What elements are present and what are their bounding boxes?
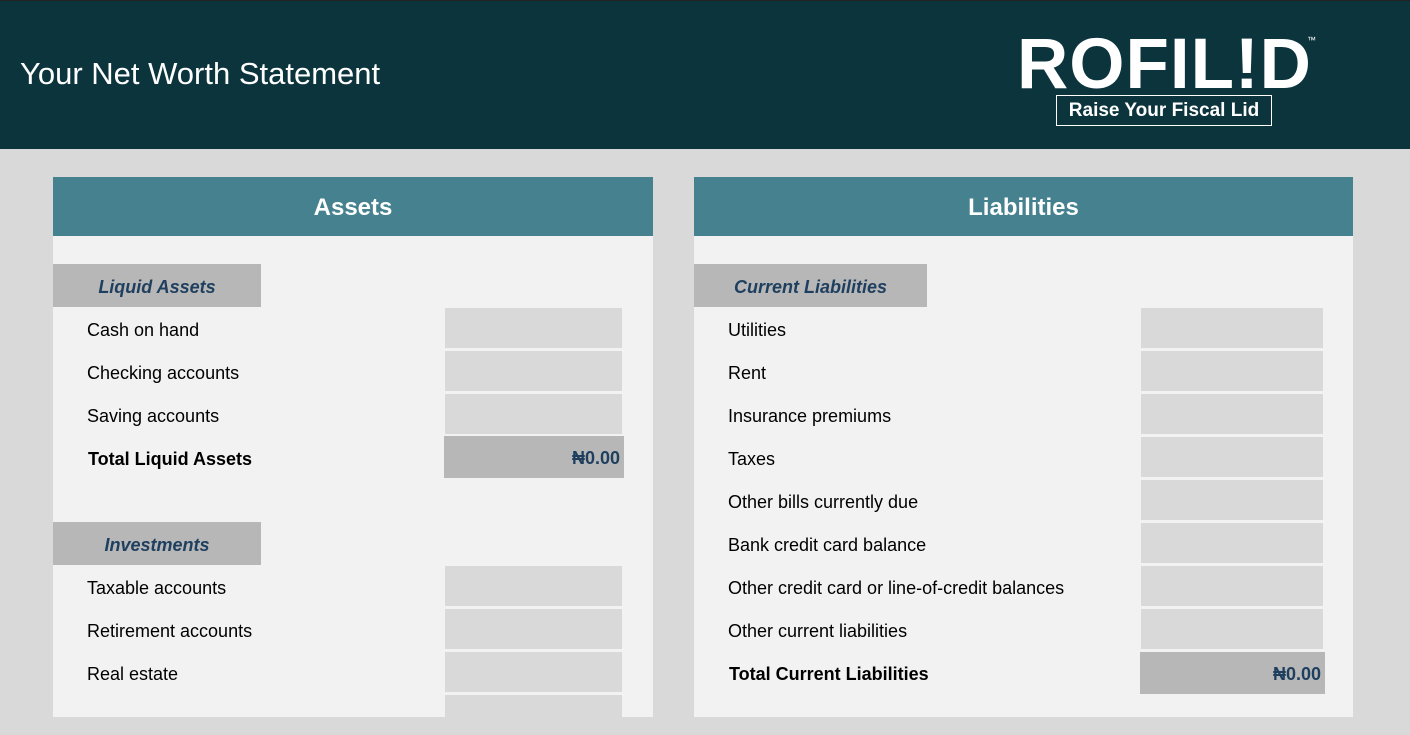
assets-heading: Assets	[53, 177, 653, 236]
input-other-bills[interactable]	[1141, 480, 1323, 520]
row-label-insurance-premiums: Insurance premiums	[728, 406, 892, 426]
input-checking-accounts[interactable]	[445, 351, 622, 391]
input-taxes[interactable]	[1141, 437, 1323, 477]
section-liquid-assets: Liquid Assets	[53, 264, 261, 307]
logo-trademark: ™	[1307, 35, 1316, 45]
row-label-checking-accounts: Checking accounts	[87, 363, 240, 383]
row-label-rent: Rent	[728, 363, 767, 383]
input-retirement-accounts[interactable]	[445, 609, 622, 649]
row-label-cash-on-hand: Cash on hand	[87, 320, 200, 340]
row-label-retirement-accounts: Retirement accounts	[87, 621, 253, 641]
row-label-bank-credit-card: Bank credit card balance	[728, 535, 927, 555]
row-label-other-current-liabilities: Other current liabilities	[728, 621, 908, 641]
input-utilities[interactable]	[1141, 308, 1323, 348]
liabilities-panel: Liabilities Current Liabilities Utilitie…	[694, 177, 1353, 717]
input-real-estate[interactable]	[445, 652, 622, 692]
input-saving-accounts[interactable]	[445, 394, 622, 434]
row-label-taxable-accounts: Taxable accounts	[87, 578, 227, 598]
row-label-saving-accounts: Saving accounts	[87, 406, 220, 426]
row-label-taxes: Taxes	[728, 449, 776, 469]
input-insurance-premiums[interactable]	[1141, 394, 1323, 434]
logo-wordmark: ROFIL!D	[1017, 25, 1312, 104]
input-cash-on-hand[interactable]	[445, 308, 622, 348]
row-label-other-credit-balances: Other credit card or line-of-credit bala…	[728, 578, 1065, 598]
input-other-current-liabilities[interactable]	[1141, 609, 1323, 649]
rofilid-logo: ROFIL!D ™ Raise Your Fiscal Lid	[1015, 29, 1325, 129]
section-current-liabilities: Current Liabilities	[694, 264, 927, 307]
row-label-other-bills: Other bills currently due	[728, 492, 919, 512]
input-bank-credit-card[interactable]	[1141, 523, 1323, 563]
page-header: Your Net Worth Statement ROFIL!D ™ Raise…	[0, 0, 1410, 149]
input-taxable-accounts[interactable]	[445, 566, 622, 606]
row-label-total-liquid-assets: Total Liquid Assets	[88, 449, 253, 469]
page-title: Your Net Worth Statement	[20, 56, 381, 91]
row-label-total-current-liabilities: Total Current Liabilities	[729, 664, 929, 684]
assets-panel: Assets Liquid Assets Cash on hand Checki…	[53, 177, 653, 735]
input-rent[interactable]	[1141, 351, 1323, 391]
total-current-liabilities-value: ₦0.00	[1140, 652, 1325, 694]
input-next-row[interactable]	[445, 695, 622, 735]
liabilities-heading: Liabilities	[694, 177, 1353, 236]
logo-tagline: Raise Your Fiscal Lid	[1056, 95, 1272, 126]
row-label-utilities: Utilities	[728, 320, 787, 340]
input-other-credit-balances[interactable]	[1141, 566, 1323, 606]
total-liquid-assets-value: ₦0.00	[444, 436, 624, 478]
row-label-real-estate: Real estate	[87, 664, 179, 684]
section-investments: Investments	[53, 522, 261, 565]
